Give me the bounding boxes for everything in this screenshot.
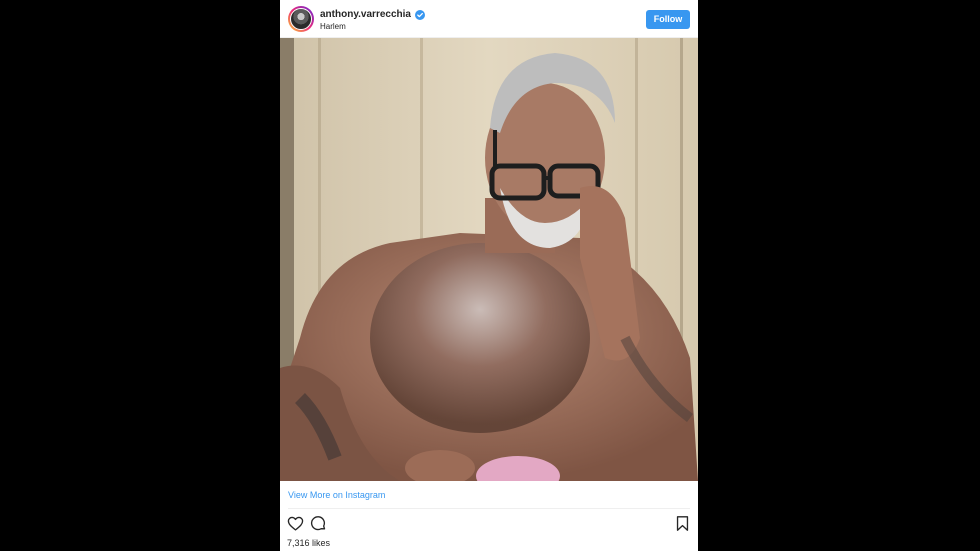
location-link[interactable]: Harlem [320, 22, 346, 31]
post-photo[interactable] [280, 38, 698, 481]
follow-button[interactable]: Follow [646, 10, 690, 29]
divider [288, 508, 690, 509]
avatar-image [290, 8, 312, 30]
avatar[interactable] [288, 6, 314, 32]
post-header: anthony.varrecchia Harlem Follow [280, 0, 698, 38]
verified-badge-icon [414, 9, 425, 20]
comment-icon[interactable] [310, 515, 327, 532]
likes-count[interactable]: 7,316 likes [287, 538, 330, 548]
username-row: anthony.varrecchia [320, 9, 425, 20]
username-link[interactable]: anthony.varrecchia [320, 9, 411, 20]
post-photo-image [280, 38, 698, 481]
instagram-embed-card: anthony.varrecchia Harlem Follow View Mo… [280, 0, 698, 551]
page-stage: anthony.varrecchia Harlem Follow View Mo… [0, 0, 980, 551]
heart-icon[interactable] [287, 515, 304, 532]
bookmark-icon[interactable] [674, 515, 691, 532]
view-more-on-instagram-link[interactable]: View More on Instagram [288, 490, 385, 500]
